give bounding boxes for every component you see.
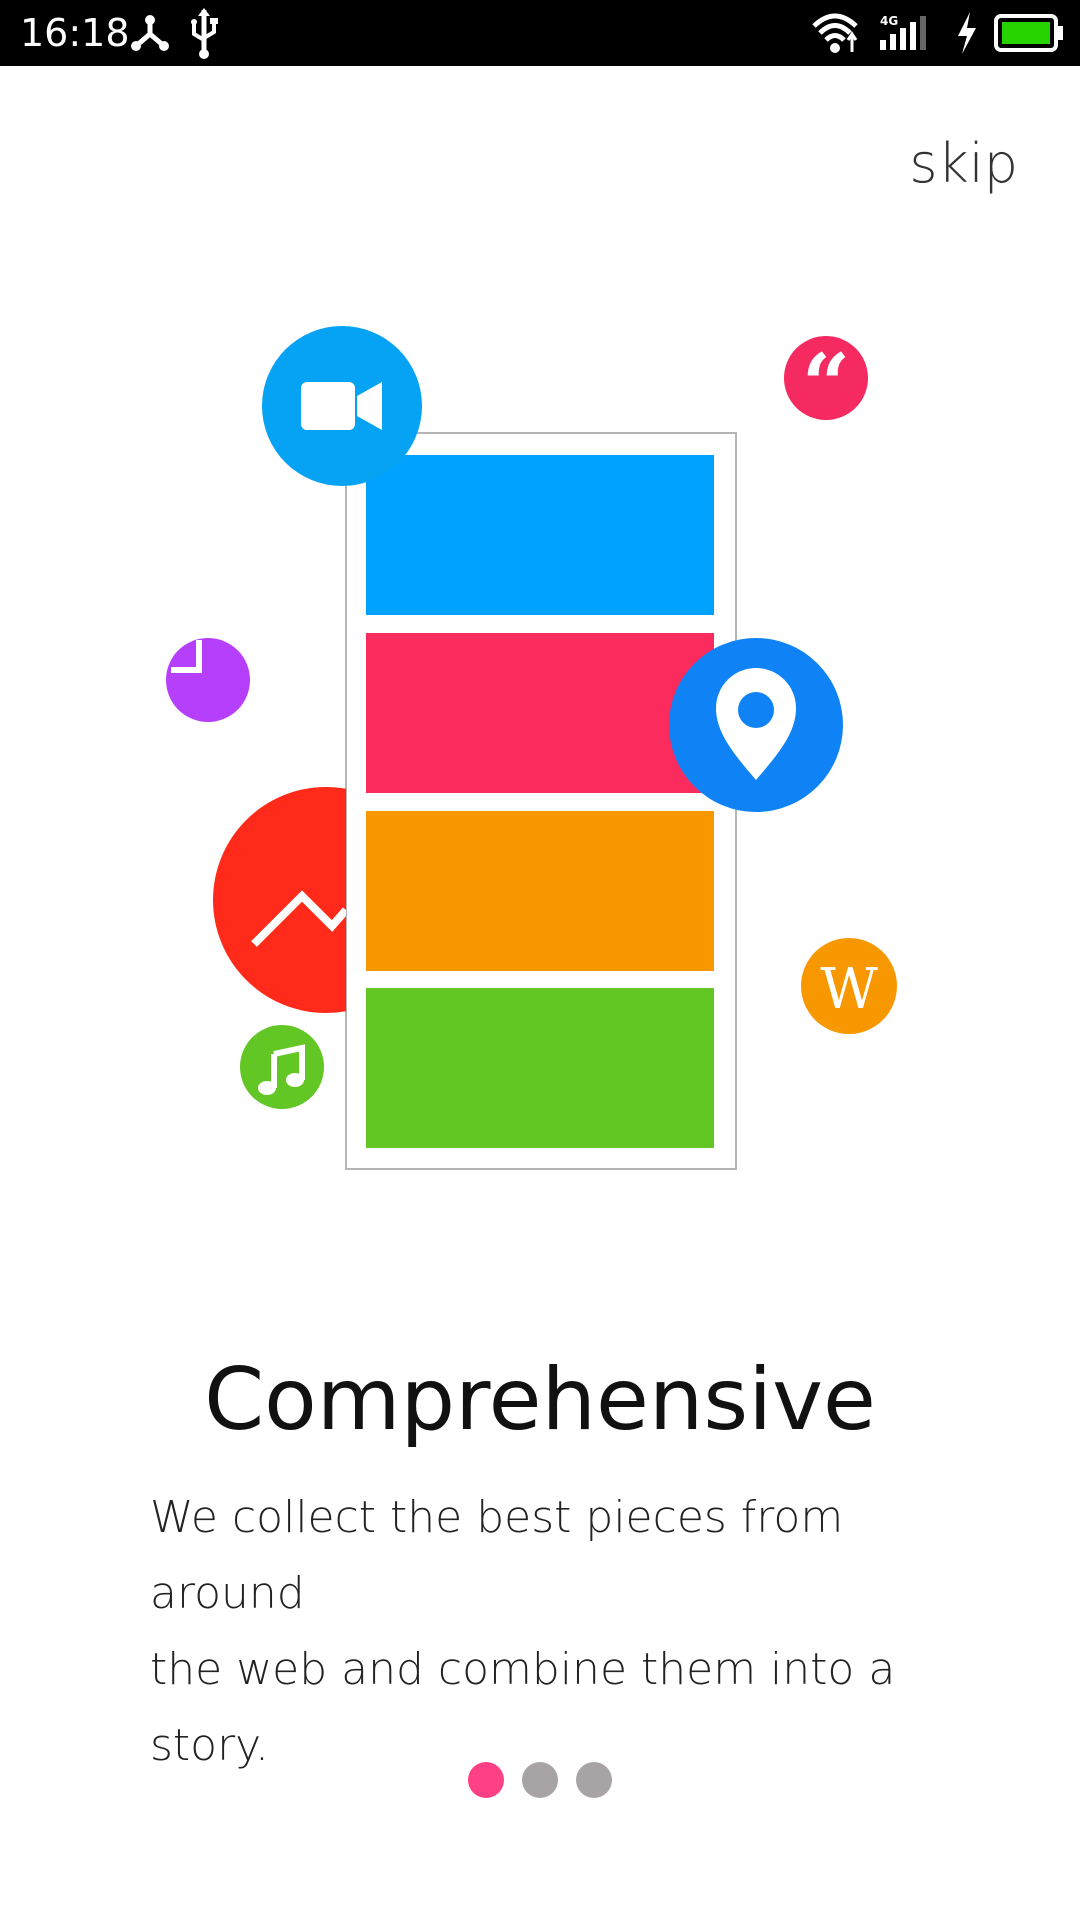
green-block	[366, 988, 714, 1148]
video-icon	[262, 326, 422, 486]
pink-block	[366, 633, 714, 793]
wikipedia-icon: W	[801, 938, 897, 1034]
share-icon	[131, 15, 169, 51]
description: We collect the best pieces from around t…	[150, 1480, 950, 1784]
pie-chart-icon	[166, 638, 250, 722]
wifi-icon	[812, 13, 858, 53]
status-time: 16:18	[20, 11, 130, 55]
battery-icon	[994, 14, 1063, 52]
pager-dot-1[interactable]	[468, 1762, 504, 1798]
quote-icon: “	[784, 335, 868, 434]
pager-dots	[0, 1762, 1080, 1798]
pager-dot-3[interactable]	[576, 1762, 612, 1798]
svg-text:“: “	[802, 335, 850, 434]
charging-icon	[958, 12, 976, 54]
pager-dot-2[interactable]	[522, 1762, 558, 1798]
page-title: Comprehensive	[204, 1350, 876, 1450]
usb-icon	[191, 8, 218, 59]
description-line-1: We collect the best pieces from around	[150, 1492, 844, 1619]
blue-block	[366, 455, 714, 615]
music-note-icon	[240, 1025, 324, 1109]
svg-text:W: W	[820, 957, 878, 1022]
skip-button[interactable]: skip	[909, 132, 1018, 195]
status-bar: 16:18 4G	[0, 0, 1080, 66]
location-pin-icon	[669, 638, 843, 812]
signal-icon	[880, 16, 926, 50]
orange-block	[366, 811, 714, 971]
feature-illustration: “ W	[166, 326, 897, 1170]
